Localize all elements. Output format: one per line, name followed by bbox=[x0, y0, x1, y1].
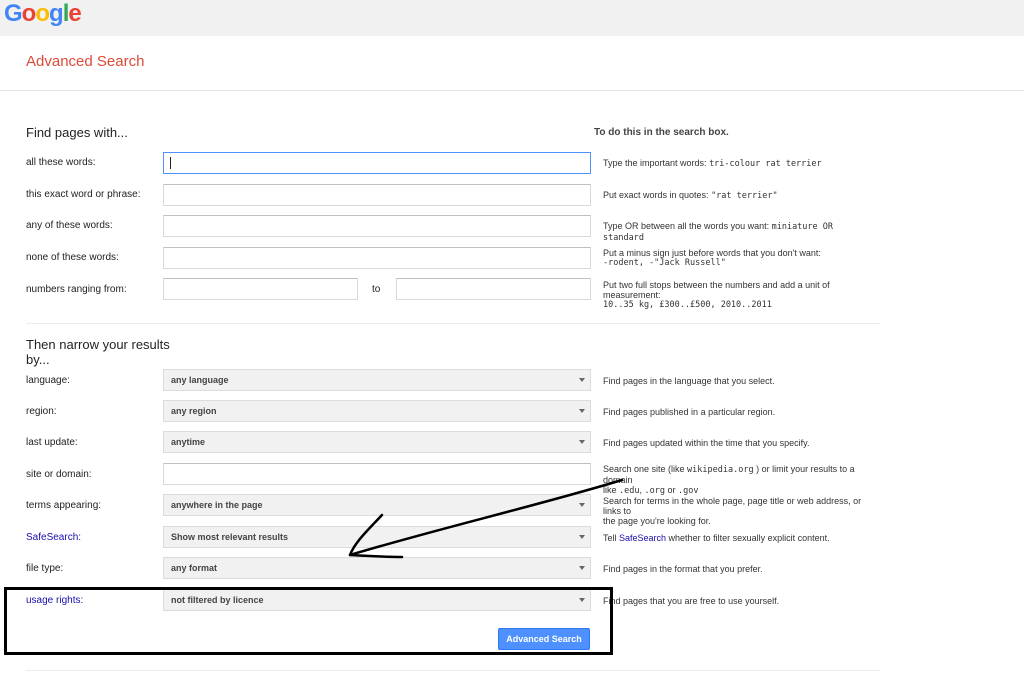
safesearch-select[interactable]: Show most relevant results bbox=[163, 526, 591, 548]
file-type-hint: Find pages in the format that you prefer… bbox=[603, 564, 763, 574]
logo-letter: o bbox=[35, 0, 50, 27]
numbers-from-input[interactable] bbox=[163, 278, 358, 300]
last-update-label: last update: bbox=[26, 437, 78, 448]
numbers-range-hint: Put two full stops between the numbers a… bbox=[603, 280, 830, 310]
top-bar: Google bbox=[0, 0, 1024, 36]
chevron-down-icon bbox=[579, 409, 585, 413]
language-label: language: bbox=[26, 375, 70, 386]
narrow-section-title: Then narrow your results by... bbox=[26, 337, 170, 367]
section-divider bbox=[26, 323, 880, 324]
all-words-hint: Type the important words: tri-colour rat… bbox=[603, 158, 822, 169]
hint-column-header: To do this in the search box. bbox=[594, 127, 729, 138]
bottom-divider bbox=[26, 670, 880, 671]
chevron-down-icon bbox=[579, 566, 585, 570]
annotation-highlight-box bbox=[4, 587, 613, 655]
region-hint: Find pages published in a particular reg… bbox=[603, 407, 776, 417]
file-type-label: file type: bbox=[26, 563, 64, 574]
logo-letter: o bbox=[21, 0, 37, 27]
any-words-label: any of these words: bbox=[26, 220, 113, 231]
chevron-down-icon bbox=[579, 503, 585, 507]
none-words-input[interactable] bbox=[163, 247, 591, 269]
terms-appearing-select[interactable]: anywhere in the page bbox=[163, 494, 591, 516]
text-caret bbox=[170, 157, 171, 169]
site-domain-hint: Search one site (like wikipedia.org ) or… bbox=[603, 464, 855, 496]
last-update-hint: Find pages updated within the time that … bbox=[603, 438, 810, 448]
safesearch-link[interactable]: SafeSearch: bbox=[26, 532, 81, 544]
logo-letter: G bbox=[4, 0, 23, 27]
last-update-select[interactable]: anytime bbox=[163, 431, 591, 453]
terms-appearing-label: terms appearing: bbox=[26, 500, 102, 511]
numbers-to-input[interactable] bbox=[396, 278, 591, 300]
chevron-down-icon bbox=[579, 440, 585, 444]
none-words-hint: Put a minus sign just before words that … bbox=[603, 248, 821, 268]
file-type-select[interactable]: any format bbox=[163, 557, 591, 579]
chevron-down-icon bbox=[579, 378, 585, 382]
exact-phrase-label: this exact word or phrase: bbox=[26, 189, 141, 200]
usage-rights-hint: Find pages that you are free to use your… bbox=[603, 596, 780, 606]
safesearch-hint: Tell SafeSearch whether to filter sexual… bbox=[603, 533, 830, 543]
site-domain-input[interactable] bbox=[163, 463, 591, 485]
header-divider bbox=[0, 90, 1024, 91]
page-title: Advanced Search bbox=[26, 53, 145, 70]
logo-letter: g bbox=[49, 0, 64, 27]
site-domain-label: site or domain: bbox=[26, 469, 92, 480]
find-section-title: Find pages with... bbox=[26, 125, 128, 140]
language-hint: Find pages in the language that you sele… bbox=[603, 376, 775, 386]
region-label: region: bbox=[26, 406, 57, 417]
terms-appearing-hint: Search for terms in the whole page, page… bbox=[603, 496, 862, 526]
all-words-input[interactable] bbox=[163, 152, 591, 174]
all-words-label: all these words: bbox=[26, 157, 96, 168]
none-words-label: none of these words: bbox=[26, 252, 119, 263]
exact-phrase-hint: Put exact words in quotes: "rat terrier" bbox=[603, 190, 778, 201]
region-select[interactable]: any region bbox=[163, 400, 591, 422]
numbers-range-label: numbers ranging from: bbox=[26, 284, 127, 295]
chevron-down-icon bbox=[579, 535, 585, 539]
google-logo[interactable]: Google bbox=[4, 0, 82, 28]
logo-letter: e bbox=[68, 0, 81, 27]
language-select[interactable]: any language bbox=[163, 369, 591, 391]
numbers-to-label: to bbox=[372, 284, 381, 295]
safesearch-hint-link[interactable]: SafeSearch bbox=[619, 533, 666, 543]
any-words-input[interactable] bbox=[163, 215, 591, 237]
any-words-hint: Type OR between all the words you want: … bbox=[603, 221, 834, 243]
exact-phrase-input[interactable] bbox=[163, 184, 591, 206]
